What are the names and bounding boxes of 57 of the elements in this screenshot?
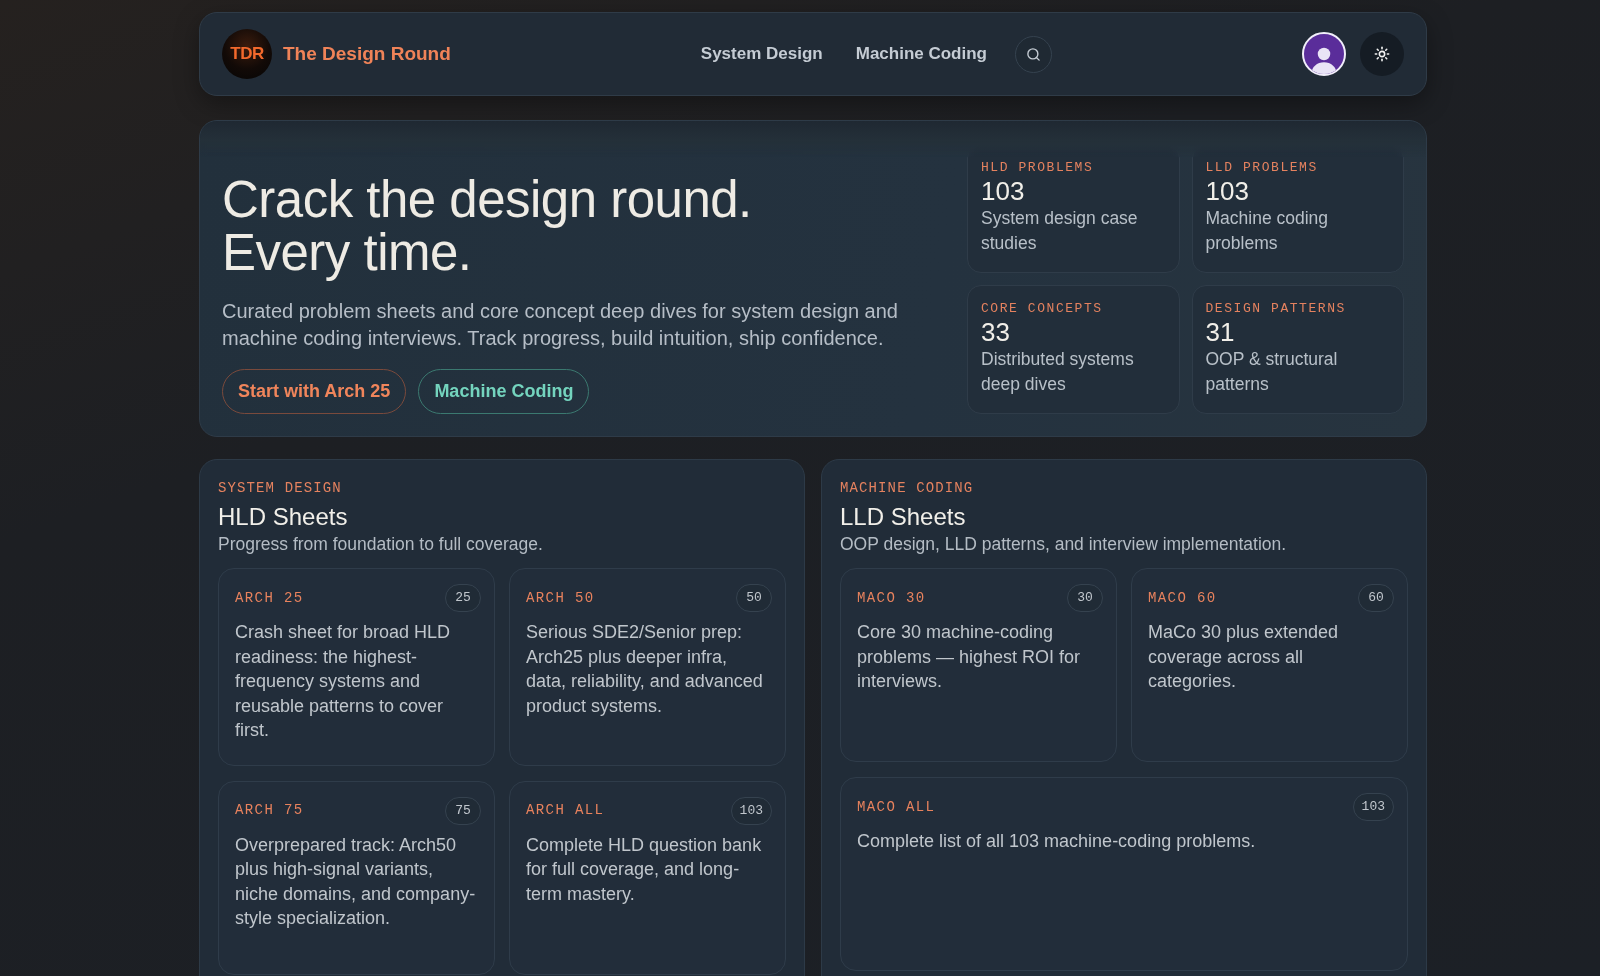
sheet-card[interactable]: MACO 60 60 MaCo 30 plus extended coverage across all categories. [1131,568,1408,762]
hero-headline: Crack the design round. Every time. [222,173,753,279]
theme-toggle-button[interactable] [1360,32,1404,76]
sheet-description: Crash sheet for broad HLD readiness: the highest-frequency systems and reusable patterns to cover first. [235,621,452,742]
sheet-card[interactable]: MACO ALL 103 Complete list of all 103 machine-coding problems. [840,777,1408,971]
stat-value: 103 [1205,176,1250,206]
hero-description: Curated problem sheets and core concept deep dives for system design and machine coding interviews. Track progress, build intuition, ship confidence. [222,299,899,351]
section-title: LLD Sheets [840,502,967,532]
count-badge: 103 [730,796,772,825]
stat-label: HLD PROBLEMS [981,159,1095,176]
search-button[interactable] [1015,35,1052,73]
count-badge: 60 [1358,584,1394,612]
stat-description: Distributed systems deep dives [981,347,1135,396]
section-eyebrow: SYSTEM DESIGN [218,479,343,497]
stat-value: 33 [981,316,1011,347]
sheet-card[interactable]: ARCH 50 50 Serious SDE2/Senior prep: Arch25 plus deeper infra, data, reliability, and advanced product systems. [509,568,786,766]
sheet-name: MACO 60 [1148,588,1217,608]
stat-description: System design case studies [981,207,1139,255]
sheet-description: Serious SDE2/Senior prep: Arch25 plus deeper infra, data, reliability, and advanced product systems. [526,621,764,718]
sun-icon [1374,46,1390,62]
stat-value: 103 [981,176,1026,206]
sheet-description: Core 30 machine-coding problems — highest ROI for interviews. [857,621,1082,693]
sheet-card[interactable]: ARCH 25 25 Crash sheet for broad HLD readiness: the highest-frequency systems and reusable patterns to cover first. [218,568,495,766]
sheet-description: MaCo 30 plus extended coverage across all categories. [1148,621,1340,693]
sheet-name: ARCH 75 [235,801,304,820]
count-badge: 30 [1067,584,1103,612]
sheet-card[interactable]: MACO 30 30 Core 30 machine-coding problems — highest ROI for interviews. [840,568,1117,762]
stat-label: LLD PROBLEMS [1205,159,1319,176]
nav-link[interactable]: Machine Coding [855,41,987,67]
section-subtitle: OOP design, LLD patterns, and interview implementation. [840,533,1288,556]
site-title[interactable]: The Design Round [283,39,451,69]
count-badge: 50 [736,584,772,612]
count-badge: 103 [1352,793,1394,821]
stat-label: DESIGN PATTERNS [1205,299,1347,317]
count-badge: 75 [445,796,481,825]
sheet-name: MACO 30 [857,588,926,608]
section-subtitle: Progress from foundation to full coverage. [218,533,544,556]
section-eyebrow: MACHINE CODING [840,479,975,497]
avatar-button[interactable] [1302,32,1346,76]
sheet-name: ARCH ALL [526,801,605,820]
stat-description: Machine coding problems [1205,207,1330,255]
stat-value: 31 [1205,316,1236,347]
logo-mark[interactable]: TDR [222,29,272,79]
count-badge: 25 [445,584,481,612]
sheet-description: Overprepared track: Arch50 plus high-signal variants, niche domains, and company-style specialization. [235,833,477,930]
section-title: HLD Sheets [218,502,349,532]
search-icon [1026,46,1041,62]
sheet-name: ARCH 25 [235,588,304,608]
sheet-card[interactable]: ARCH ALL 103 Complete HLD question bank for full coverage, and long-term mastery. [509,780,786,975]
sheet-name: ARCH 50 [526,588,595,608]
nav-link[interactable]: System Design [700,41,823,67]
stat-description: OOP & structural patterns [1205,347,1339,396]
sheet-name: MACO ALL [857,797,936,817]
sheet-card[interactable]: ARCH 75 75 Overprepared track: Arch50 plus high-signal variants, niche domains, and company-style specialization. [218,780,495,975]
stat-label: CORE CONCEPTS [981,299,1104,317]
sheet-description: Complete list of all 103 machine-coding problems. [857,830,1257,853]
sheet-description: Complete HLD question bank for full coverage, and long-term mastery. [526,833,763,906]
